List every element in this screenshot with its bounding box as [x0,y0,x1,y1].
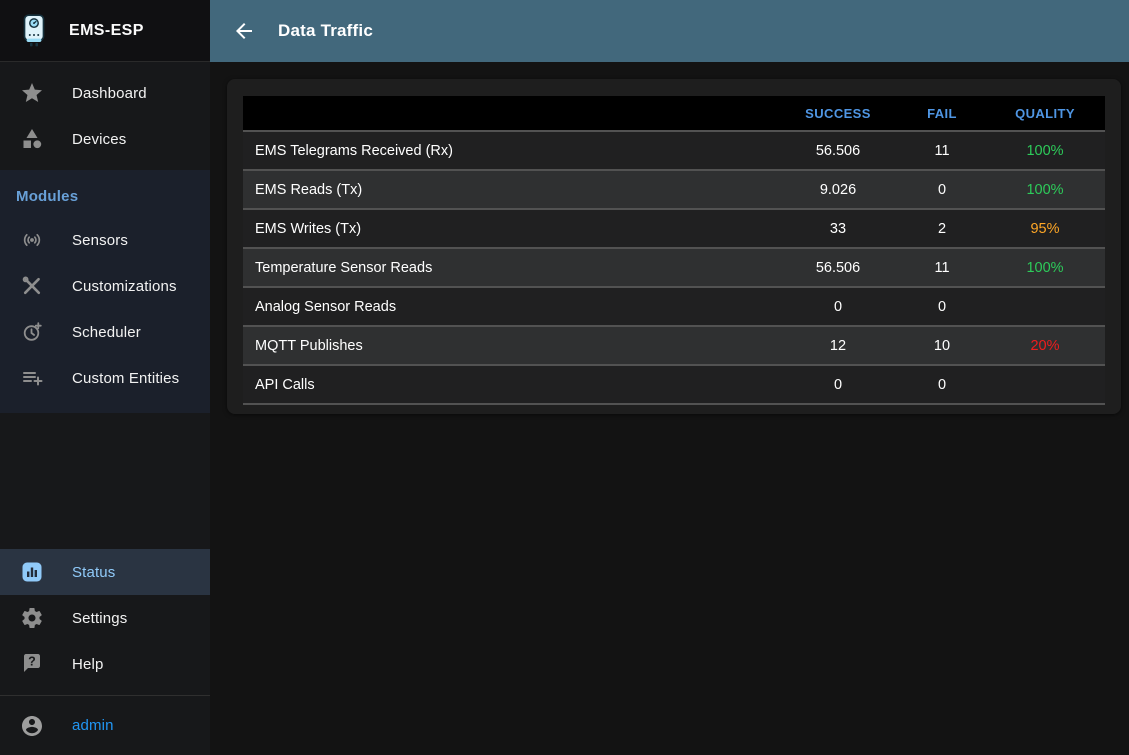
sidebar-nav-top: Dashboard Devices [0,62,210,170]
sidebar-nav-bottom: Status Settings ? Help [0,541,210,695]
row-label: EMS Telegrams Received (Rx) [243,131,777,170]
data-traffic-table: SUCCESS FAIL QUALITY EMS Telegrams Recei… [243,96,1105,405]
clock-plus-icon [20,320,44,344]
row-fail-value: 2 [899,209,985,248]
sidebar-item-label: Dashboard [72,85,147,102]
row-fail-value: 0 [899,365,985,404]
app-title: EMS-ESP [69,22,144,40]
table-row: EMS Writes (Tx) 33 2 95% [243,209,1105,248]
sidebar-item-dashboard[interactable]: Dashboard [0,70,210,116]
row-label: Analog Sensor Reads [243,287,777,326]
star-icon [20,81,44,105]
sidebar-item-label: Devices [72,131,126,148]
column-header-blank [243,96,777,131]
tools-icon [20,274,44,298]
row-quality-value: 100% [985,248,1105,287]
sidebar-item-status[interactable]: Status [0,549,210,595]
main-area: Data Traffic SUCCESS FAIL QUALITY [210,0,1129,755]
table-row: EMS Telegrams Received (Rx) 56.506 11 10… [243,131,1105,170]
table-row: MQTT Publishes 12 10 20% [243,326,1105,365]
user-name-label: admin [72,717,114,734]
svg-text:?: ? [28,655,36,669]
row-label: EMS Writes (Tx) [243,209,777,248]
sidebar-item-devices[interactable]: Devices [0,116,210,162]
row-success-value: 56.506 [777,248,899,287]
sidebar-item-scheduler[interactable]: Scheduler [0,309,210,355]
sidebar-item-custom-entities[interactable]: Custom Entities [0,355,210,401]
table-row: API Calls 0 0 [243,365,1105,404]
sidebar-item-settings[interactable]: Settings [0,595,210,641]
sidebar-item-label: Customizations [72,278,177,295]
row-fail-value: 11 [899,131,985,170]
gear-icon [20,606,44,630]
back-arrow-icon[interactable] [232,19,256,43]
sidebar-item-label: Status [72,564,115,581]
sidebar-item-label: Sensors [72,232,128,249]
row-quality-value: 20% [985,326,1105,365]
table-body: EMS Telegrams Received (Rx) 56.506 11 10… [243,131,1105,404]
row-label: EMS Reads (Tx) [243,170,777,209]
row-fail-value: 10 [899,326,985,365]
boiler-logo-icon [15,12,53,50]
modules-section-label: Modules [0,178,210,217]
table-row: EMS Reads (Tx) 9.026 0 100% [243,170,1105,209]
content-area: SUCCESS FAIL QUALITY EMS Telegrams Recei… [210,62,1129,755]
row-fail-value: 11 [899,248,985,287]
row-quality-value: 95% [985,209,1105,248]
category-icon [20,127,44,151]
app-logo-header: EMS-ESP [0,0,210,62]
column-header-quality: QUALITY [985,96,1105,131]
data-traffic-card: SUCCESS FAIL QUALITY EMS Telegrams Recei… [227,79,1121,414]
row-label: Temperature Sensor Reads [243,248,777,287]
row-fail-value: 0 [899,170,985,209]
row-success-value: 33 [777,209,899,248]
sidebar-item-label: Settings [72,610,127,627]
sidebar-item-label: Help [72,656,103,673]
app-root: EMS-ESP Dashboard Devices Modules [0,0,1129,755]
column-header-fail: FAIL [899,96,985,131]
row-quality-value [985,365,1105,404]
appbar: Data Traffic [210,0,1129,62]
sidebar: EMS-ESP Dashboard Devices Modules [0,0,210,755]
sidebar-user-section: admin [0,695,210,755]
sidebar-item-label: Scheduler [72,324,141,341]
row-fail-value: 0 [899,287,985,326]
sidebar-spacer [0,413,210,541]
sidebar-item-help[interactable]: ? Help [0,641,210,687]
page-title: Data Traffic [278,21,373,41]
sidebar-item-customizations[interactable]: Customizations [0,263,210,309]
row-success-value: 0 [777,365,899,404]
table-header: SUCCESS FAIL QUALITY [243,96,1105,131]
account-circle-icon [20,714,44,738]
row-quality-value: 100% [985,131,1105,170]
help-bubble-icon: ? [20,652,44,676]
row-success-value: 9.026 [777,170,899,209]
sidebar-item-label: Custom Entities [72,370,179,387]
bar-chart-icon [20,560,44,584]
user-menu-admin[interactable]: admin [0,696,210,755]
playlist-add-icon [20,366,44,390]
row-success-value: 56.506 [777,131,899,170]
table-row: Analog Sensor Reads 0 0 [243,287,1105,326]
row-label: MQTT Publishes [243,326,777,365]
sensors-icon [20,228,44,252]
row-label: API Calls [243,365,777,404]
sidebar-item-sensors[interactable]: Sensors [0,217,210,263]
row-quality-value [985,287,1105,326]
sidebar-modules-section: Modules Sensors [0,170,210,413]
column-header-success: SUCCESS [777,96,899,131]
table-row: Temperature Sensor Reads 56.506 11 100% [243,248,1105,287]
row-success-value: 12 [777,326,899,365]
row-quality-value: 100% [985,170,1105,209]
row-success-value: 0 [777,287,899,326]
